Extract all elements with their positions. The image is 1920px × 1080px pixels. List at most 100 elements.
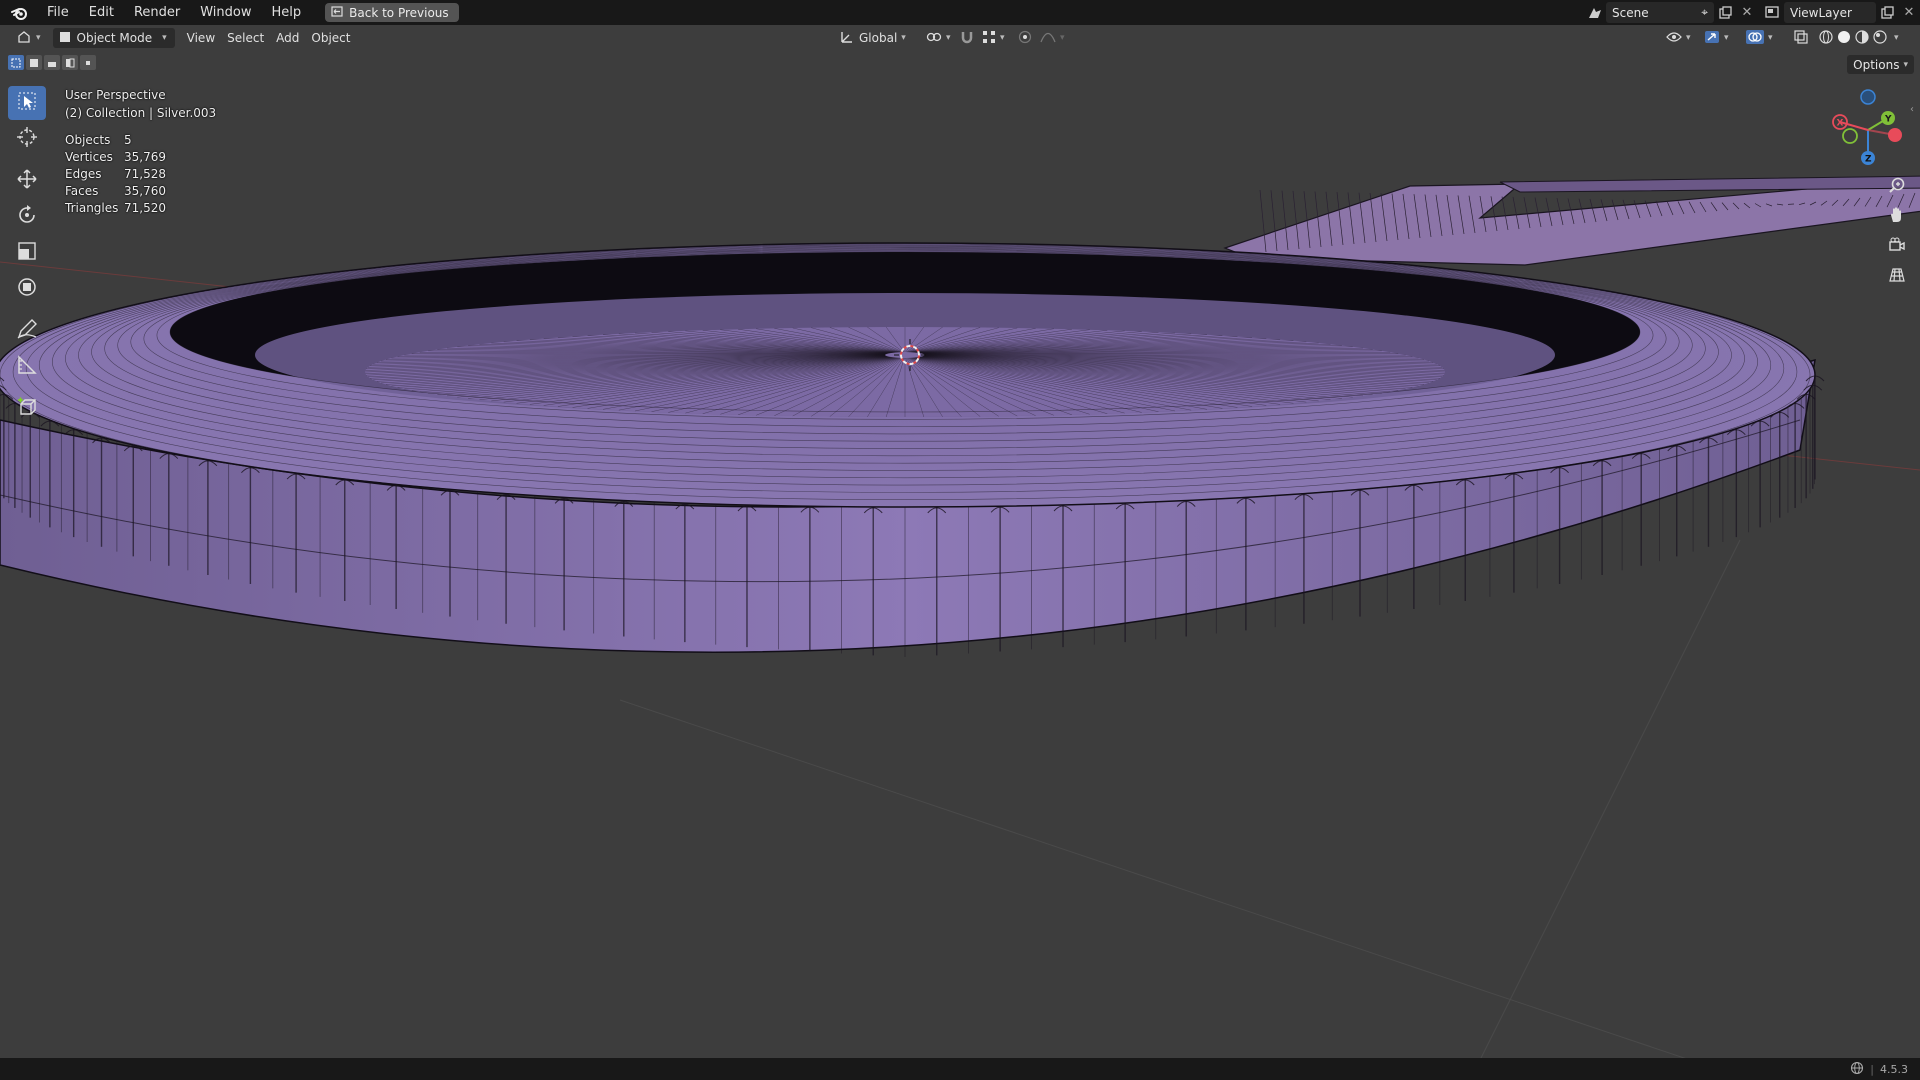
cursor-arrow-icon xyxy=(17,91,37,115)
view-layer-selector[interactable]: ViewLayer ✕ xyxy=(1762,2,1920,23)
pivot-icon xyxy=(926,30,942,47)
svg-text:X: X xyxy=(1837,119,1844,129)
scene-statistics: Objects 5 Vertices 35,769 Edges 71,528 Face… xyxy=(65,132,216,217)
top-menu-bar: File Edit Render Window Help Back to Pre… xyxy=(0,0,1920,25)
menu-add[interactable]: Add xyxy=(270,28,305,48)
stat-value: 35,769 xyxy=(124,150,166,164)
scene-name: Scene xyxy=(1612,5,1649,20)
scene-name-field[interactable]: Scene ⌖ xyxy=(1606,2,1714,23)
orientation-icon xyxy=(840,30,854,47)
camera-view-icon[interactable] xyxy=(1882,230,1912,260)
cursor-tool[interactable] xyxy=(8,122,46,156)
svg-text:Y: Y xyxy=(1884,115,1892,125)
select-extend-icon[interactable] xyxy=(26,55,42,70)
menu-render[interactable]: Render xyxy=(124,0,190,25)
select-invert-icon[interactable] xyxy=(62,55,78,70)
new-scene-icon[interactable] xyxy=(1714,2,1736,23)
ribbon-mesh xyxy=(1223,175,1920,266)
zoom-icon[interactable] xyxy=(1882,170,1912,200)
select-subtract-icon[interactable] xyxy=(44,55,60,70)
back-to-previous-button[interactable]: Back to Previous xyxy=(325,3,459,22)
perspective-toggle-icon[interactable] xyxy=(1882,260,1912,290)
gizmo-toggle[interactable]: ▾ xyxy=(1698,28,1735,48)
menu-edit[interactable]: Edit xyxy=(79,0,124,25)
version-label: 4.5.3 xyxy=(1880,1062,1908,1076)
falloff-icon xyxy=(1040,31,1056,46)
xray-icon xyxy=(1794,29,1808,47)
stat-label: Faces xyxy=(65,184,99,198)
gizmo-neg-y-icon[interactable] xyxy=(1842,128,1858,144)
gizmo-neg-x-icon[interactable] xyxy=(1888,128,1902,142)
stat-label: Vertices xyxy=(65,150,113,164)
blender-logo-icon[interactable] xyxy=(9,3,29,23)
rendered-shading-icon[interactable] xyxy=(1872,29,1888,48)
add-cube-icon xyxy=(16,396,38,422)
pin-icon[interactable]: ⌖ xyxy=(1701,5,1708,20)
scene-selector[interactable]: Scene ⌖ ✕ xyxy=(1584,2,1758,23)
remove-view-layer-icon[interactable]: ✕ xyxy=(1898,2,1920,23)
xray-toggle[interactable] xyxy=(1788,28,1814,48)
view-perspective-label: User Perspective xyxy=(65,88,166,102)
remove-scene-icon[interactable]: ✕ xyxy=(1736,2,1758,23)
back-icon xyxy=(331,5,343,20)
wireframe-shading-icon[interactable] xyxy=(1818,29,1834,48)
object-visibility-button[interactable]: ▾ xyxy=(1660,28,1697,48)
view-layer-icon[interactable] xyxy=(1762,2,1784,23)
viewport-header: ▾ Object Mode ▾ View Select Add Object G… xyxy=(0,25,1920,51)
scene-icon[interactable] xyxy=(1584,2,1606,23)
menu-help[interactable]: Help xyxy=(262,0,312,25)
back-button-label: Back to Previous xyxy=(349,5,449,20)
menu-object[interactable]: Object xyxy=(305,28,356,48)
add-cube-tool[interactable] xyxy=(8,392,46,426)
annotate-tool[interactable] xyxy=(8,314,46,348)
transform-orientation-select[interactable]: Global ▾ xyxy=(834,28,912,48)
proportional-falloff-button[interactable]: ▾ xyxy=(1034,28,1071,48)
globe-icon xyxy=(1850,1061,1864,1078)
overlays-toggle[interactable]: ▾ xyxy=(1740,28,1779,48)
navigation-gizmo[interactable]: X Y Z xyxy=(1826,86,1916,176)
eye-icon xyxy=(1666,31,1682,46)
chevron-down-icon: ▾ xyxy=(162,33,167,43)
editor-type-icon xyxy=(16,30,32,47)
gizmo-neg-z-icon[interactable] xyxy=(1860,89,1876,105)
snap-target-button[interactable]: ▾ xyxy=(976,28,1011,48)
pan-hand-icon[interactable] xyxy=(1882,200,1912,230)
select-box-tool[interactable] xyxy=(8,86,46,120)
scale-tool[interactable] xyxy=(8,236,46,270)
menu-window[interactable]: Window xyxy=(190,0,261,25)
measure-tool[interactable] xyxy=(8,350,46,384)
menu-view[interactable]: View xyxy=(181,28,221,48)
pivot-point-button[interactable]: ▾ xyxy=(920,28,957,48)
move-tool[interactable] xyxy=(8,164,46,198)
stat-row: Triangles 71,520 xyxy=(65,200,216,217)
proportional-icon xyxy=(1018,30,1032,47)
viewport-3d[interactable] xyxy=(0,0,1920,1080)
chevron-down-icon: ▾ xyxy=(901,33,906,43)
stat-row: Vertices 35,769 xyxy=(65,149,216,166)
new-view-layer-icon[interactable] xyxy=(1876,2,1898,23)
editor-type-button[interactable]: ▾ xyxy=(10,28,47,48)
solid-shading-icon[interactable] xyxy=(1836,29,1852,48)
stat-value: 71,528 xyxy=(124,167,166,181)
menu-select[interactable]: Select xyxy=(221,28,270,48)
menu-file[interactable]: File xyxy=(37,0,79,25)
gear-mesh xyxy=(0,242,1825,657)
selection-mode-group xyxy=(8,55,96,70)
view-layer-field[interactable]: ViewLayer xyxy=(1784,2,1876,23)
mode-select[interactable]: Object Mode ▾ xyxy=(52,28,175,48)
transform-tool[interactable] xyxy=(8,272,46,306)
svg-text:Z: Z xyxy=(1865,155,1872,165)
pencil-icon xyxy=(16,318,38,344)
status-bar: | 4.5.3 xyxy=(0,1058,1920,1080)
select-new-icon[interactable] xyxy=(8,55,24,70)
rotate-tool[interactable] xyxy=(8,200,46,234)
active-collection-label: (2) Collection | Silver.003 xyxy=(65,106,217,120)
material-shading-icon[interactable] xyxy=(1854,29,1870,48)
options-button[interactable]: Options ▾ xyxy=(1847,55,1914,74)
shading-modes[interactable]: ▾ xyxy=(1812,28,1905,48)
tool-shelf xyxy=(8,86,48,428)
mode-label: Object Mode xyxy=(76,31,153,45)
select-intersect-icon[interactable] xyxy=(80,55,96,70)
options-label: Options xyxy=(1853,57,1900,72)
sidebar-toggle-icon[interactable]: ‹ xyxy=(1910,104,1914,115)
